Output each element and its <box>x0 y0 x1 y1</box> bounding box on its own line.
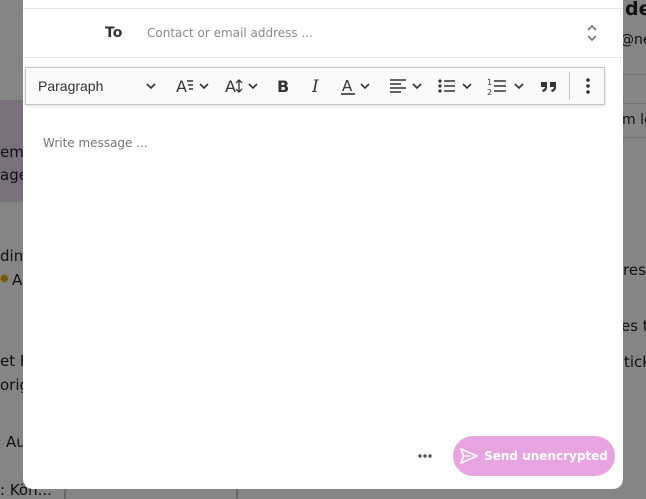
paragraph-format-dropdown[interactable]: Paragraph <box>38 68 156 104</box>
font-family-button[interactable]: A <box>172 68 216 104</box>
composer-modal: To Paragraph A A <box>23 0 623 489</box>
expand-recipients-icon[interactable] <box>583 21 601 45</box>
to-label: To <box>105 25 123 41</box>
font-color-button[interactable]: A <box>339 68 379 104</box>
send-icon <box>460 448 478 464</box>
paragraph-label: Paragraph <box>38 78 104 94</box>
to-row: To <box>23 8 623 58</box>
horizontal-dots-icon <box>418 454 432 458</box>
italic-icon: I <box>311 77 319 96</box>
svg-text:1: 1 <box>487 78 492 87</box>
vertical-dots-icon <box>586 78 590 94</box>
blockquote-button[interactable] <box>537 68 561 104</box>
bullet-list-button[interactable] <box>436 68 478 104</box>
align-left-icon <box>390 79 422 93</box>
svg-text:B: B <box>277 77 289 96</box>
toolbar-divider <box>569 72 570 100</box>
editor-toolbar: Paragraph A A B I A 1 2 <box>25 67 605 105</box>
svg-text:I: I <box>311 77 319 96</box>
font-size-button[interactable]: A <box>221 68 265 104</box>
chevron-down-icon <box>146 83 156 90</box>
bullet-list-icon <box>438 79 472 93</box>
message-editor[interactable]: Write message ... <box>43 136 148 150</box>
font-size-icon: A <box>225 77 258 96</box>
italic-button[interactable]: I <box>305 68 329 104</box>
numbered-list-button[interactable]: 1 2 <box>485 68 529 104</box>
svg-text:A: A <box>225 77 236 96</box>
send-unencrypted-button[interactable]: Send unencrypted <box>453 436 615 476</box>
font-family-icon: A <box>176 77 209 96</box>
svg-text:A: A <box>342 77 353 95</box>
font-color-icon: A <box>341 77 370 95</box>
quote-icon <box>541 82 556 92</box>
alignment-button[interactable] <box>387 68 427 104</box>
bold-button[interactable]: B <box>271 68 295 104</box>
numbered-list-icon: 1 2 <box>487 78 524 96</box>
bold-icon: B <box>277 77 289 96</box>
send-label: Send unencrypted <box>484 449 608 463</box>
more-formatting-button[interactable] <box>576 68 600 104</box>
svg-text:A: A <box>176 77 187 96</box>
svg-text:2: 2 <box>487 88 492 96</box>
to-input[interactable] <box>147 18 577 48</box>
more-options-button[interactable] <box>413 446 437 466</box>
